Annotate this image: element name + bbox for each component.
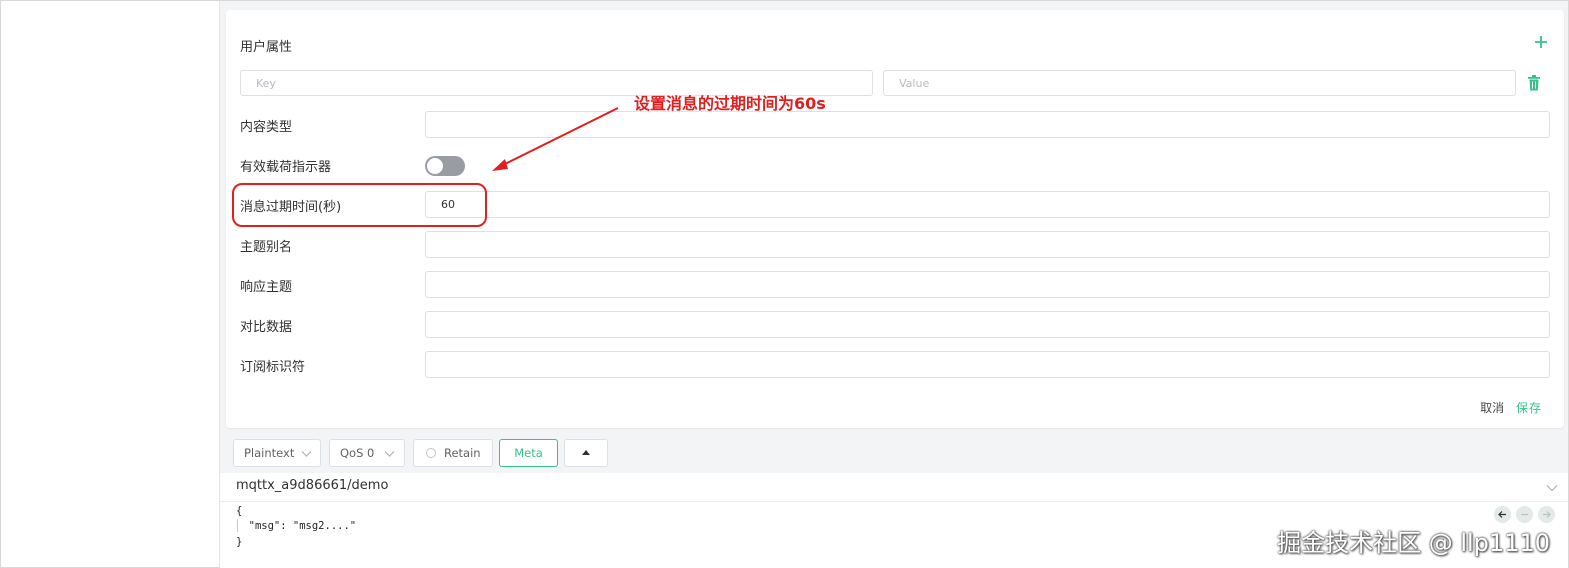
payload-format-select[interactable]: Plaintext <box>233 439 321 467</box>
annotation-text: 设置消息的过期时间为60s <box>634 94 826 113</box>
chevron-down-icon <box>301 451 312 457</box>
payload-format-value: Plaintext <box>244 446 295 460</box>
topic-input-row[interactable]: mqttx_a9d86661/demo <box>220 473 1568 501</box>
caret-up-icon <box>582 450 590 455</box>
response-topic-input[interactable] <box>425 271 1550 298</box>
retain-checkbox[interactable]: Retain <box>413 439 493 467</box>
meta-button[interactable]: Meta <box>499 439 558 467</box>
history-nav <box>1494 506 1556 524</box>
retain-radio-icon <box>426 448 436 458</box>
qos-select[interactable]: QoS 0 <box>329 439 405 467</box>
topic-input[interactable]: mqttx_a9d86661/demo <box>236 478 388 493</box>
meta-properties-card: 用户属性 Key Value 内容类型 有效载荷指示器 消息过期时间(秒) 60 <box>226 10 1564 428</box>
subscription-identifier-label: 订阅标识符 <box>240 360 306 375</box>
toggle-knob <box>427 158 443 174</box>
correlation-data-input[interactable] <box>425 311 1550 338</box>
watermark-text: 掘金技术社区 @ llp1110 <box>1277 529 1550 557</box>
correlation-data-label: 对比数据 <box>240 320 293 335</box>
payload-indicator-label: 有效载荷指示器 <box>240 160 332 175</box>
message-expiry-label: 消息过期时间(秒) <box>240 200 342 215</box>
topic-alias-label: 主题别名 <box>240 240 293 255</box>
payload-indicator-toggle[interactable] <box>425 156 465 176</box>
payload-line: { <box>236 505 243 517</box>
arrow-left-icon[interactable] <box>1494 506 1511 523</box>
chevron-down-icon[interactable] <box>1545 481 1559 495</box>
message-expiry-input[interactable]: 60 <box>425 191 1550 218</box>
content-type-input[interactable] <box>425 111 1550 138</box>
chevron-down-icon <box>384 451 395 457</box>
payload-line: "msg": "msg2...." <box>236 520 357 532</box>
user-property-value-input[interactable]: Value <box>883 70 1516 96</box>
topic-alias-input[interactable] <box>425 231 1550 258</box>
payload-line: } <box>236 536 243 548</box>
cancel-button[interactable]: 取消 <box>1480 401 1504 415</box>
response-topic-label: 响应主题 <box>240 280 293 295</box>
subscription-identifier-input[interactable] <box>425 351 1550 378</box>
retain-label: Retain <box>444 446 481 460</box>
minus-icon[interactable] <box>1516 506 1533 523</box>
save-button[interactable]: 保存 <box>1516 401 1542 415</box>
connection-list-pane <box>1 1 220 567</box>
collapse-meta-button[interactable] <box>564 439 608 467</box>
delete-icon[interactable] <box>1527 75 1541 91</box>
add-icon[interactable] <box>1533 34 1549 50</box>
arrow-right-icon[interactable] <box>1538 506 1555 523</box>
user-properties-title: 用户属性 <box>240 40 293 55</box>
content-type-label: 内容类型 <box>240 120 293 135</box>
qos-value: QoS 0 <box>340 446 375 460</box>
app-window: 用户属性 Key Value 内容类型 有效载荷指示器 消息过期时间(秒) 60 <box>0 0 1569 568</box>
card-actions: 取消 保存 <box>1480 399 1542 416</box>
message-pane: 用户属性 Key Value 内容类型 有效载荷指示器 消息过期时间(秒) 60 <box>220 1 1568 568</box>
